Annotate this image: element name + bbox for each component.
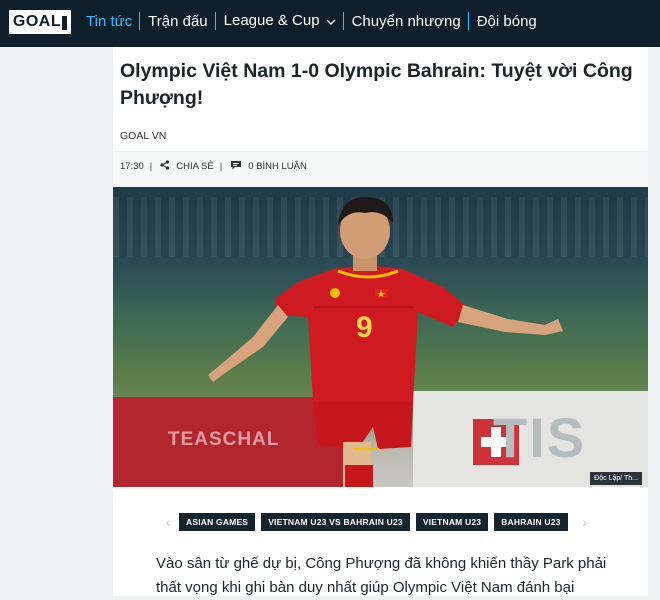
goal-logo[interactable]: GOAL xyxy=(9,10,71,34)
tag-asian-games[interactable]: ASIAN GAMES xyxy=(179,513,256,531)
tag-vietnam-vs-bahrain[interactable]: VIETNAM U23 VS BAHRAIN U23 xyxy=(261,513,410,531)
tags-carousel: ‹ ASIAN GAMES VIETNAM U23 VS BAHRAIN U23… xyxy=(157,513,596,531)
nav-item-chuyen-nhuong[interactable]: Chuyển nhượng xyxy=(352,13,461,30)
nav-item-doi-bong[interactable]: Đội bóng xyxy=(477,13,537,30)
player-figure: 9 xyxy=(208,197,563,487)
nav-item-tran-dau[interactable]: Trận đấu xyxy=(148,13,207,30)
nav-item-league-cup-label: League & Cup xyxy=(223,12,320,30)
nav-item-league-cup[interactable]: League & Cup xyxy=(224,12,336,30)
chevron-down-icon xyxy=(326,13,336,30)
nav-separator xyxy=(139,12,141,30)
comment-icon xyxy=(230,160,242,173)
logo-text: GOAL xyxy=(12,13,62,30)
article-title: Olympic Việt Nam 1-0 Olympic Bahrain: Tu… xyxy=(120,60,633,109)
nav-separator xyxy=(214,12,216,30)
article-container: Olympic Việt Nam 1-0 Olympic Bahrain: Tu… xyxy=(113,47,648,596)
comments-label: 0 BÌNH LUẬN xyxy=(248,161,307,172)
share-label: CHIA SẺ xyxy=(176,161,214,172)
chevron-right-icon[interactable]: › xyxy=(574,514,596,530)
jersey-number: 9 xyxy=(356,311,373,344)
nav-separator xyxy=(467,12,469,30)
main-nav: Tin tức Trận đấu League & Cup Chuyển như… xyxy=(86,12,537,30)
tag-bahrain-u23[interactable]: BAHRAIN U23 xyxy=(494,513,568,531)
comments-button[interactable]: 0 BÌNH LUẬN xyxy=(230,160,307,173)
nav-separator xyxy=(342,12,344,30)
hero-image: TEASCHAL TIS 9 Độc Lập/ Th... xyxy=(113,187,648,487)
share-icon xyxy=(160,160,170,173)
article-meta: 17:30 | CHIA SẺ | 0 BÌNH LUẬN xyxy=(120,160,307,173)
photo-caption: Độc Lập/ Th... xyxy=(590,472,642,485)
meta-divider: | xyxy=(149,161,153,172)
article-body-paragraph: Vào sân từ ghế dự bị, Công Phượng đã khô… xyxy=(156,555,607,596)
article-author[interactable]: GOAL VN xyxy=(120,130,166,142)
top-navigation-bar: GOAL Tin tức Trận đấu League & Cup Chuyể… xyxy=(0,0,660,47)
meta-divider: | xyxy=(219,161,223,172)
nav-item-tin-tuc[interactable]: Tin tức xyxy=(86,13,132,30)
publish-time: 17:30 xyxy=(120,161,144,172)
share-button[interactable]: CHIA SẺ xyxy=(160,160,214,173)
logo-notch-shape xyxy=(62,16,67,30)
chevron-left-icon[interactable]: ‹ xyxy=(157,514,179,530)
tag-vietnam-u23[interactable]: VIETNAM U23 xyxy=(415,513,489,531)
